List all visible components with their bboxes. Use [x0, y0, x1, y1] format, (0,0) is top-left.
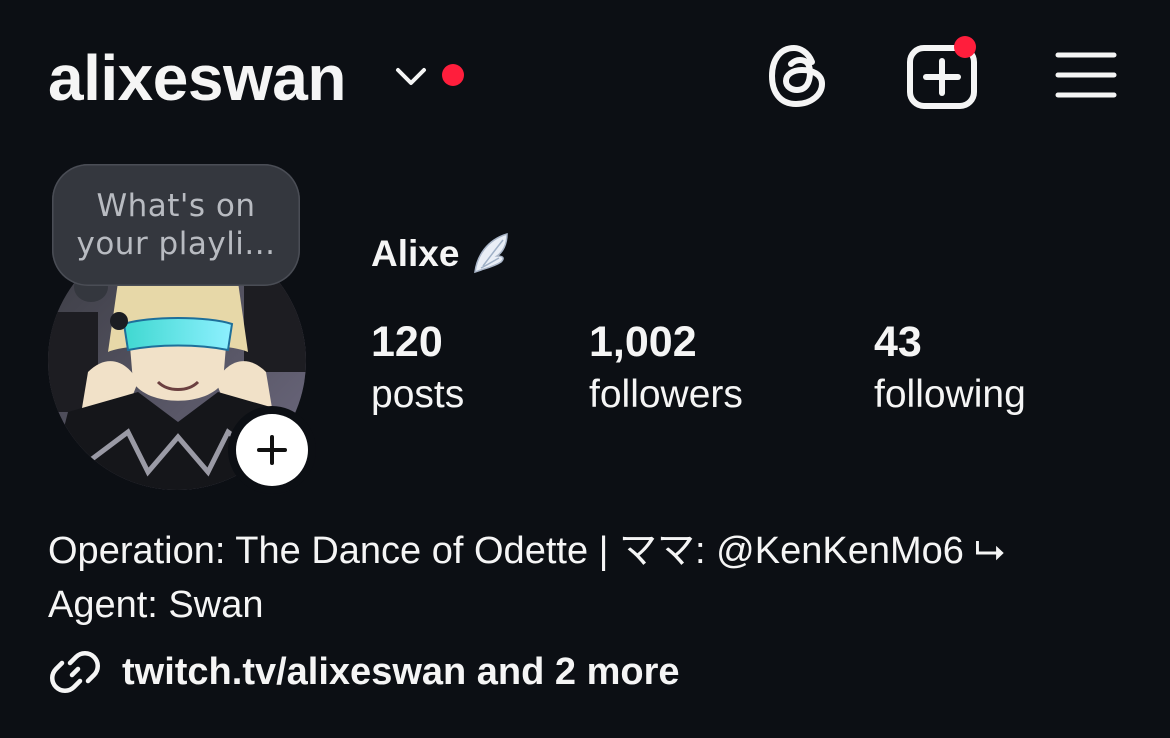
- notification-dot: [442, 64, 464, 86]
- profile-links[interactable]: twitch.tv/alixeswan and 2 more: [48, 644, 680, 700]
- note-bubble-tail-small: [110, 312, 128, 330]
- link-text[interactable]: twitch.tv/alixeswan and 2 more: [122, 644, 680, 700]
- create-notification-dot: [954, 36, 976, 58]
- bio: Operation: The Dance of Odette | ママ: @Ke…: [48, 524, 1138, 632]
- stat-posts[interactable]: 120 posts: [371, 316, 464, 422]
- followers-count: 1,002: [589, 318, 697, 366]
- posts-label: posts: [371, 373, 465, 416]
- display-name-text: Alixe: [371, 233, 460, 274]
- note-bubble[interactable]: What's on your playli...: [52, 164, 300, 286]
- chevron-down-icon[interactable]: [394, 62, 428, 90]
- posts-count: 120: [371, 318, 443, 366]
- bio-line-2: Agent: Swan: [48, 584, 264, 626]
- plus-icon: [257, 435, 287, 465]
- note-text: What's on your playli...: [76, 188, 276, 262]
- link-icon: [50, 651, 100, 693]
- threads-icon[interactable]: [766, 42, 830, 110]
- hamburger-menu-icon[interactable]: [1055, 50, 1117, 100]
- stat-following[interactable]: 43 following: [874, 316, 1026, 422]
- username-title[interactable]: alixeswan: [48, 38, 346, 118]
- wing-icon: [474, 232, 509, 274]
- following-label: following: [874, 373, 1026, 416]
- following-count: 43: [874, 318, 922, 366]
- bio-line-1: Operation: The Dance of Odette | ママ: @Ke…: [48, 530, 1005, 572]
- display-name: Alixe: [371, 230, 511, 278]
- followers-label: followers: [589, 373, 743, 416]
- stat-followers[interactable]: 1,002 followers: [589, 316, 743, 422]
- add-story-button[interactable]: [236, 414, 308, 486]
